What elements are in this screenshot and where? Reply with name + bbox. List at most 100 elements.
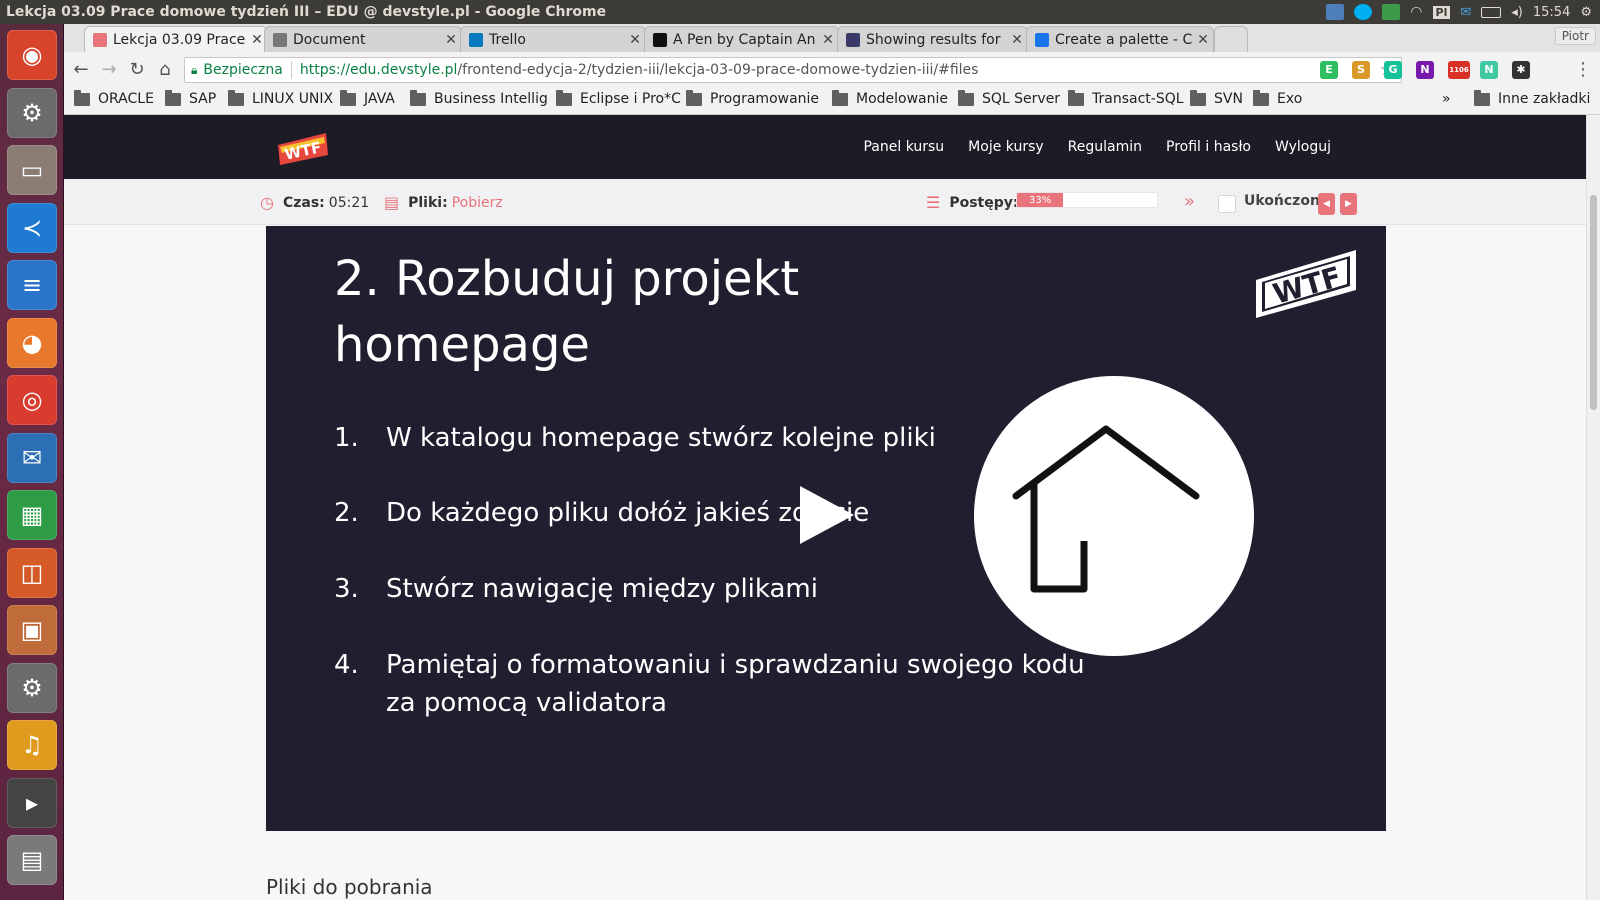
reload-icon[interactable]: ↻ bbox=[126, 59, 148, 81]
os-top-panel: Lekcja 03.09 Prace domowe tydzień III – … bbox=[0, 0, 1600, 24]
bookmarks-overflow-icon[interactable]: » bbox=[1442, 91, 1451, 107]
bookmark-folder[interactable]: LINUX UNIX bbox=[228, 89, 334, 107]
bookmark-folder[interactable]: JAVA bbox=[340, 89, 395, 107]
forward-icon[interactable]: → bbox=[98, 59, 120, 81]
gmail-icon[interactable]: 1106 bbox=[1448, 61, 1470, 79]
onenote-icon[interactable]: N bbox=[1416, 61, 1434, 79]
launcher-software-center[interactable]: ▣ bbox=[7, 605, 57, 655]
download-link[interactable]: Pobierz bbox=[452, 195, 503, 211]
launcher-writer[interactable]: ≡ bbox=[7, 260, 57, 310]
prev-lesson-button[interactable]: ◀ bbox=[1318, 193, 1335, 215]
site-nav-link[interactable]: Wyloguj bbox=[1275, 139, 1331, 155]
tab[interactable]: Lekcja 03.09 Prace d ✕ bbox=[84, 26, 268, 52]
launcher-files[interactable]: ▭ bbox=[7, 145, 57, 195]
shield-icon[interactable] bbox=[1382, 4, 1401, 20]
system-gear-icon[interactable]: ⚙ bbox=[1580, 5, 1592, 20]
skype-icon[interactable] bbox=[1354, 4, 1373, 20]
tab-favicon-icon bbox=[273, 32, 287, 47]
bookmark-folder[interactable]: SVN bbox=[1190, 89, 1243, 107]
launcher-thunderbird[interactable]: ✉ bbox=[7, 432, 57, 483]
new-tab-button[interactable] bbox=[1214, 26, 1248, 52]
lock-icon[interactable]: 🔒︎ bbox=[191, 63, 197, 78]
url-path[interactable]: /frontend-edycja-2/tydzien-iii/lekcja-03… bbox=[457, 62, 978, 78]
play-icon[interactable] bbox=[796, 484, 856, 546]
bookmark-folder[interactable]: Business Intellig bbox=[410, 89, 548, 107]
tab[interactable]: Showing results for ✕ bbox=[837, 26, 1028, 52]
chrome-icon: ◎ bbox=[21, 386, 43, 414]
launcher-firefox[interactable]: ◕ bbox=[7, 317, 57, 368]
completed-checkbox[interactable] bbox=[1218, 195, 1236, 213]
site-nav-link[interactable]: Regulamin bbox=[1068, 139, 1142, 155]
notion-icon[interactable]: N bbox=[1480, 61, 1498, 79]
launcher-system-settings[interactable]: ⚙ bbox=[7, 87, 57, 138]
puzzle-icon[interactable]: ✱ bbox=[1512, 61, 1530, 79]
bookmark-folder[interactable]: ORACLE bbox=[74, 89, 154, 107]
tab-close-icon[interactable]: ✕ bbox=[625, 32, 645, 48]
bookmark-label: LINUX UNIX bbox=[252, 91, 334, 107]
launcher-ubuntu-dash[interactable]: ◉ bbox=[7, 30, 57, 80]
bookmark-folder[interactable]: Modelowanie bbox=[832, 89, 949, 107]
site-nav-link[interactable]: Profil i hasło bbox=[1166, 139, 1251, 155]
battery-icon[interactable] bbox=[1481, 6, 1502, 18]
wifi-icon[interactable]: ◠ bbox=[1410, 4, 1422, 20]
security-label[interactable]: Bezpieczna bbox=[203, 62, 282, 78]
bookmark-folder[interactable]: Programowanie bbox=[686, 89, 819, 107]
tab[interactable]: Trello ✕ bbox=[460, 26, 646, 52]
bookmark-folder[interactable]: Exo bbox=[1253, 89, 1302, 107]
address-bar[interactable]: 🔒︎ Bezpieczna https://edu.devstyle.pl/fr… bbox=[184, 57, 1402, 83]
mail-icon[interactable]: ✉ bbox=[1460, 5, 1471, 20]
other-bookmarks[interactable]: Inne zakładki bbox=[1474, 89, 1590, 107]
launcher-settings-2[interactable]: ⚙ bbox=[7, 662, 57, 713]
home-icon[interactable]: ⌂ bbox=[154, 59, 176, 81]
completed-label[interactable]: Ukończone bbox=[1244, 193, 1329, 209]
tab-close-icon[interactable]: ✕ bbox=[441, 32, 461, 48]
launcher-calc[interactable]: ▦ bbox=[7, 490, 57, 540]
tab[interactable]: Create a palette - Co ✕ bbox=[1026, 26, 1214, 52]
profile-button[interactable]: Piotr bbox=[1554, 27, 1596, 45]
launcher-vscode[interactable]: ≺ bbox=[7, 202, 57, 253]
tab[interactable]: Document ✕ bbox=[264, 26, 462, 52]
grammarly-icon[interactable]: G bbox=[1384, 61, 1402, 79]
tab-close-icon[interactable]: ✕ bbox=[818, 32, 838, 48]
ubuntu-dash-icon: ◉ bbox=[21, 41, 43, 69]
tab-close-icon[interactable]: ✕ bbox=[1007, 32, 1027, 48]
bookmark-folder[interactable]: SQL Server bbox=[958, 89, 1060, 107]
launcher-terminal[interactable]: ▸ bbox=[7, 777, 57, 828]
launcher-audacity[interactable]: ♫ bbox=[7, 720, 57, 770]
clock[interactable]: 15:54 bbox=[1533, 5, 1570, 20]
network-manager-icon[interactable] bbox=[1326, 4, 1345, 20]
url-host[interactable]: https://edu.devstyle.pl bbox=[300, 62, 458, 78]
site-nav-link[interactable]: Panel kursu bbox=[863, 139, 944, 155]
lesson-time: ◷ Czas: 05:21 bbox=[260, 193, 369, 212]
bookmark-label: SVN bbox=[1214, 91, 1243, 107]
folder-icon bbox=[556, 89, 572, 106]
menu-icon[interactable]: ⋮ bbox=[1572, 59, 1594, 81]
video-player[interactable]: 2. Rozbuduj projekt homepage WTF 1. W kat… bbox=[266, 226, 1386, 831]
next-lesson-icon[interactable]: » bbox=[1184, 191, 1195, 212]
site-nav-link[interactable]: Moje kursy bbox=[968, 139, 1043, 155]
bookmark-label: Modelowanie bbox=[856, 91, 949, 107]
scrollbar-thumb[interactable] bbox=[1590, 195, 1597, 410]
tab-favicon-icon bbox=[846, 32, 860, 47]
back-icon[interactable]: ← bbox=[70, 59, 92, 81]
next-lesson-button[interactable]: ▶ bbox=[1340, 193, 1357, 215]
squirrel-icon[interactable]: S bbox=[1352, 61, 1370, 79]
bookmark-folder[interactable]: Transact-SQL bbox=[1068, 89, 1184, 107]
launcher-chrome[interactable]: ◎ bbox=[7, 375, 57, 425]
wtf-logo[interactable]: WTF bbox=[276, 129, 330, 167]
launcher-impress[interactable]: ◫ bbox=[7, 547, 57, 598]
folder-icon bbox=[228, 89, 244, 106]
logo-text: WTF bbox=[283, 138, 323, 163]
keyboard-layout-indicator[interactable]: Pl bbox=[1432, 5, 1451, 19]
firefox-icon: ◕ bbox=[21, 328, 43, 357]
evernote-icon[interactable]: E bbox=[1320, 61, 1338, 79]
tab[interactable]: A Pen by Captain An ✕ bbox=[644, 26, 839, 52]
launcher-workspaces[interactable]: ▤ bbox=[7, 835, 57, 885]
volume-icon[interactable]: ◂) bbox=[1511, 5, 1523, 20]
bookmark-folder[interactable]: Eclipse i Pro*C bbox=[556, 89, 681, 107]
audacity-icon: ♫ bbox=[21, 731, 43, 759]
tab-favicon-icon bbox=[1035, 32, 1049, 47]
tab-close-icon[interactable]: ✕ bbox=[1193, 32, 1213, 48]
page-scrollbar[interactable] bbox=[1586, 115, 1600, 900]
bookmark-folder[interactable]: SAP bbox=[165, 89, 216, 107]
